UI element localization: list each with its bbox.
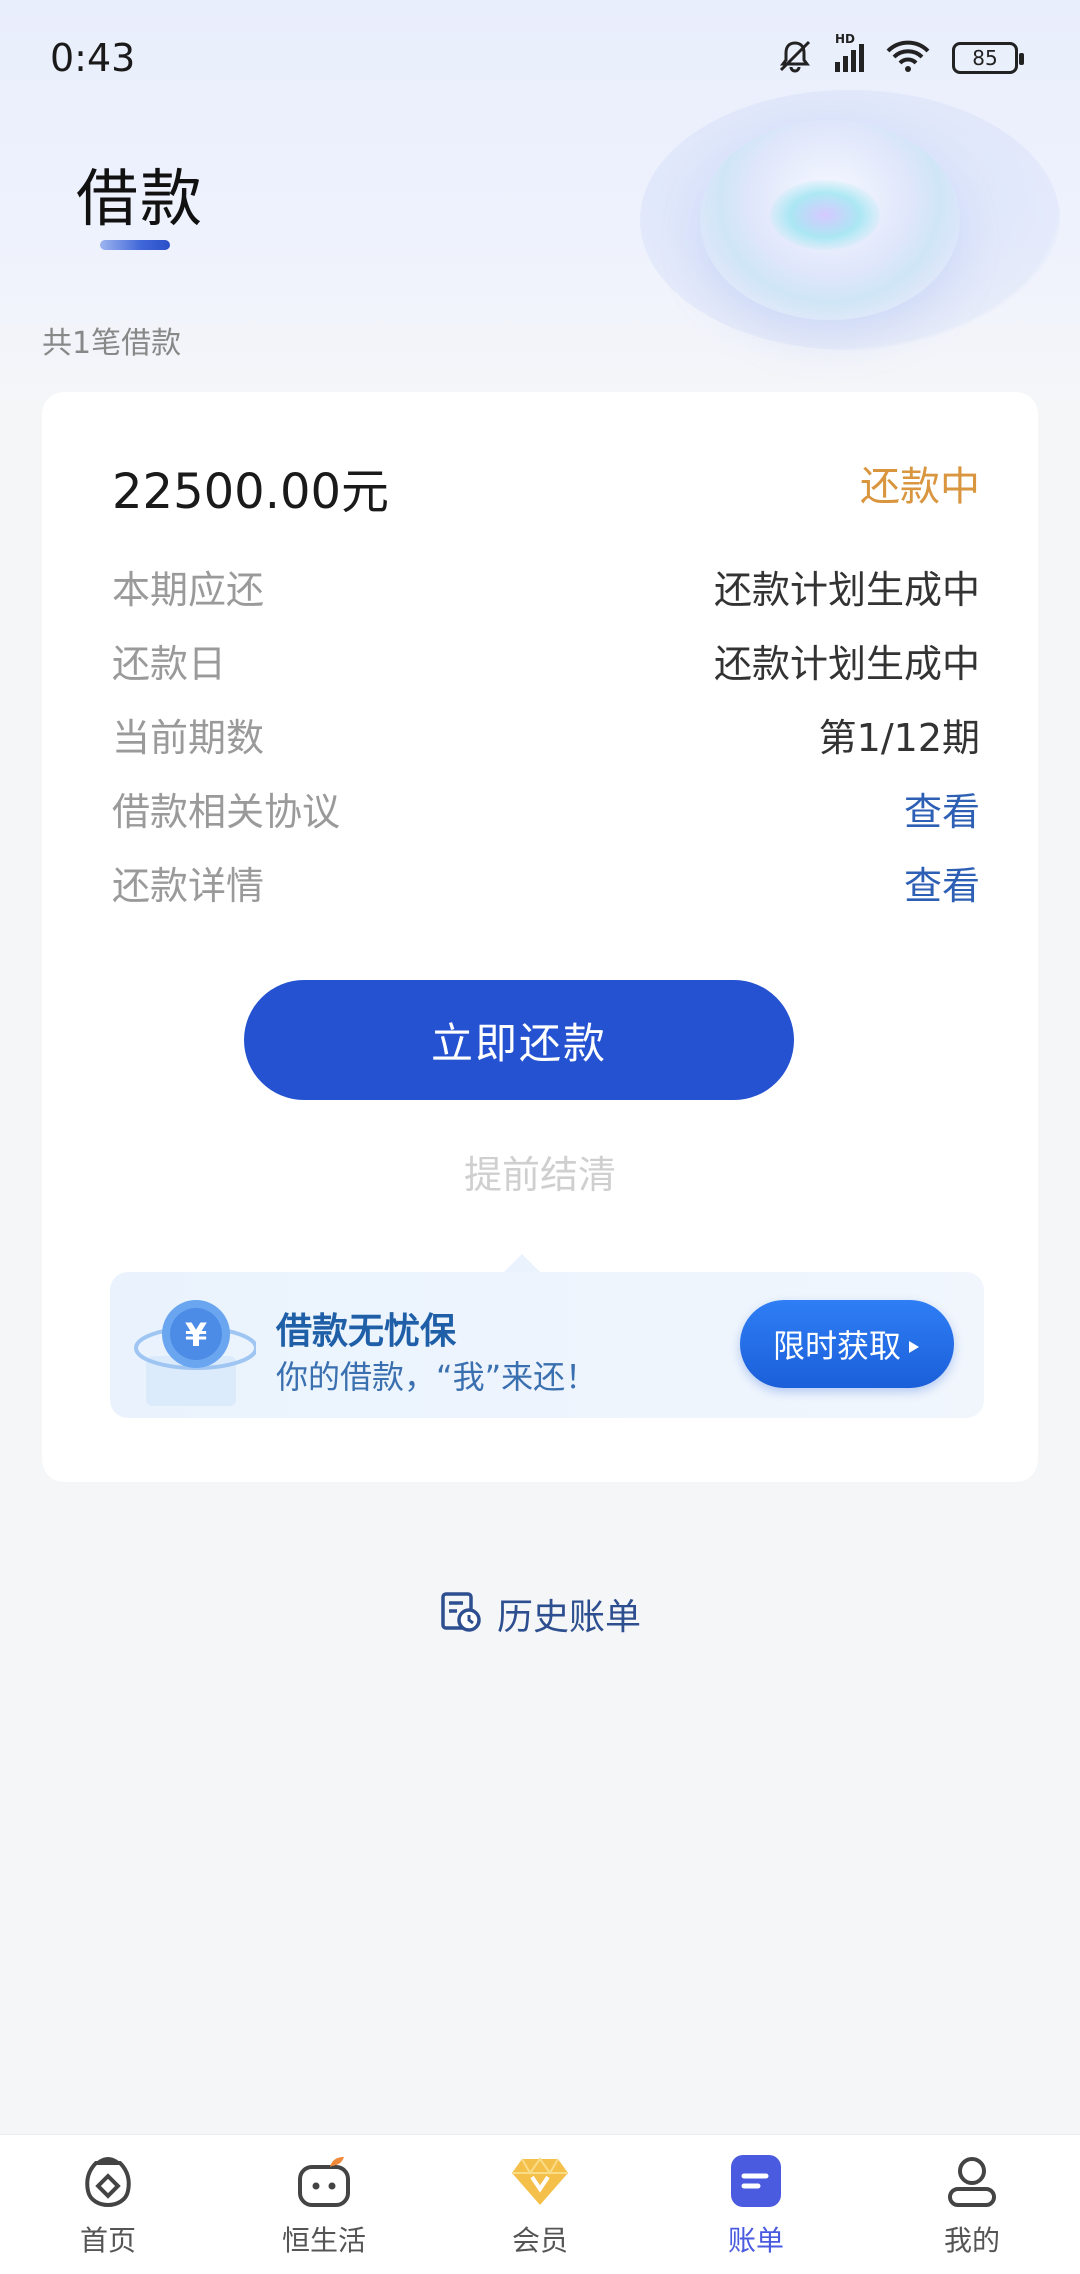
row-label: 本期应还 (112, 567, 265, 612)
loan-amount: 22500.00元 (112, 464, 390, 520)
nav-item-bill[interactable]: 账单 (666, 2149, 846, 2259)
bottom-nav: 首页 恒生活 会员 账单 我的 (0, 2134, 1080, 2274)
nav-item-profile[interactable]: 我的 (882, 2149, 1062, 2259)
battery-level: 85 (972, 46, 998, 70)
wifi-icon (886, 39, 930, 77)
signal-icon: HD (835, 32, 864, 72)
yuan-coin-icon: ¥ (126, 1286, 258, 1410)
member-diamond-icon (508, 2149, 572, 2213)
row-repay-date: 还款日 还款计划生成中 (112, 630, 980, 690)
nav-label: 会员 (511, 2224, 568, 2257)
nav-item-member[interactable]: 会员 (450, 2149, 630, 2259)
history-bill-icon (439, 1590, 483, 1638)
view-agreement-link[interactable]: 查看 (904, 781, 980, 836)
row-current-due: 本期应还 还款计划生成中 (112, 556, 980, 616)
view-repay-details-link[interactable]: 查看 (904, 855, 980, 910)
nav-item-life[interactable]: 恒生活 (234, 2149, 414, 2259)
nav-label: 恒生活 (281, 2224, 366, 2257)
title-underline (100, 240, 170, 250)
home-icon (76, 2149, 140, 2213)
network-type-label: HD (835, 32, 856, 46)
row-label: 借款相关协议 (112, 789, 341, 834)
play-arrow-icon (907, 1325, 921, 1363)
row-label: 还款日 (112, 641, 227, 686)
nav-label: 账单 (727, 2224, 784, 2257)
page-title: 借款 (76, 162, 205, 235)
nav-item-home[interactable]: 首页 (18, 2149, 198, 2259)
promo-subtitle: 你的借款，“我”来还！ (276, 1358, 598, 1396)
row-value: 第1/12期 (818, 715, 980, 760)
row-value: 还款计划生成中 (713, 641, 980, 686)
row-loan-agreement: 借款相关协议 查看 (112, 778, 980, 838)
row-value: 还款计划生成中 (713, 567, 980, 612)
battery-icon: 85 (952, 42, 1024, 74)
status-icons: HD 85 (777, 32, 1024, 78)
row-label: 当前期数 (112, 715, 265, 760)
status-time: 0:43 (50, 36, 136, 80)
life-icon (292, 2149, 356, 2213)
svg-text:¥: ¥ (185, 1316, 207, 1354)
repay-now-button[interactable]: 立即还款 (244, 980, 794, 1100)
promo-button-label: 限时获取 (772, 1327, 901, 1365)
nav-label: 我的 (943, 2224, 1000, 2257)
loan-count: 共1笔借款 (42, 326, 182, 361)
promo-banner[interactable]: ¥ 借款无忧保 你的借款，“我”来还！ 限时获取 (110, 1272, 984, 1418)
early-settle-button[interactable]: 提前结清 (42, 1144, 1038, 1199)
bill-icon (724, 2149, 788, 2213)
status-bar: 0:43 HD 85 (0, 0, 1080, 120)
decorative-glow (770, 180, 880, 250)
mute-bell-icon (777, 38, 813, 78)
row-repay-details: 还款详情 查看 (112, 852, 980, 912)
history-bill-link[interactable]: 历史账单 (0, 1588, 1080, 1640)
history-bill-label: 历史账单 (496, 1597, 641, 1638)
loan-status-badge: 还款中 (860, 464, 980, 510)
loan-card: 22500.00元 还款中 本期应还 还款计划生成中 还款日 还款计划生成中 当… (42, 392, 1038, 1482)
promo-pointer (504, 1254, 540, 1272)
profile-icon (940, 2149, 1004, 2213)
row-label: 还款详情 (112, 863, 265, 908)
nav-label: 首页 (79, 2224, 136, 2257)
promo-title: 借款无忧保 (276, 1311, 457, 1352)
row-current-period: 当前期数 第1/12期 (112, 704, 980, 764)
promo-get-button[interactable]: 限时获取 (740, 1300, 954, 1388)
